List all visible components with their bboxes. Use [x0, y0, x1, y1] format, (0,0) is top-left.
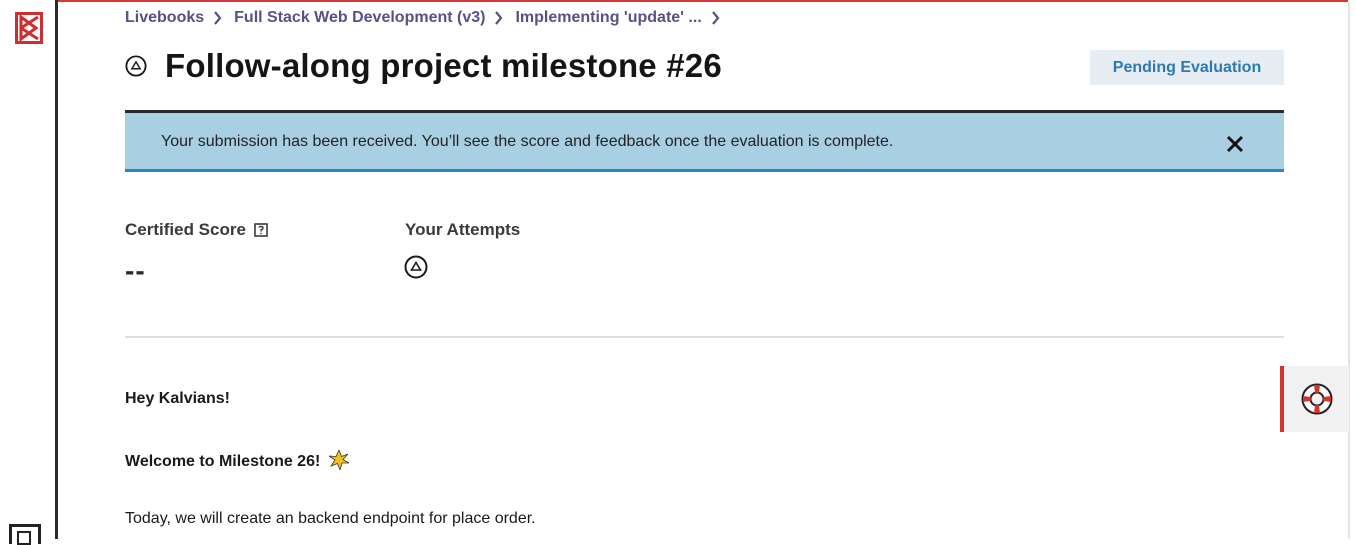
welcome-text: Welcome to Milestone 26! — [125, 453, 321, 470]
alert-message: Your submission has been received. You’l… — [161, 133, 894, 150]
top-accent-line — [58, 0, 1348, 2]
submission-alert: Your submission has been received. You’l… — [125, 110, 1284, 172]
chevron-right-icon — [711, 11, 720, 25]
scrollbar-track — [1348, 2, 1350, 539]
chevron-right-icon — [495, 11, 503, 25]
certified-score-value: -- — [125, 255, 146, 286]
logo-icon[interactable] — [15, 12, 43, 44]
sparkle-icon — [328, 450, 349, 470]
attempt-pending-icon[interactable] — [404, 255, 428, 279]
intro-text: Today, we will create an backend endpoin… — [125, 510, 536, 527]
breadcrumb-livebooks[interactable]: Livebooks — [125, 9, 204, 27]
close-icon[interactable] — [1225, 134, 1245, 154]
title-row: Follow-along project milestone #26 — [125, 47, 722, 85]
section-divider — [125, 336, 1284, 338]
breadcrumb-course[interactable]: Full Stack Web Development (v3) — [234, 9, 485, 27]
welcome-line: Welcome to Milestone 26! — [125, 450, 349, 471]
status-pending-icon — [125, 55, 147, 77]
help-button[interactable] — [1280, 366, 1349, 432]
breadcrumb: Livebooks Full Stack Web Development (v3… — [125, 9, 732, 27]
page-title: Follow-along project milestone #26 — [165, 47, 722, 84]
status-badge: Pending Evaluation — [1090, 50, 1284, 85]
lifebuoy-icon — [1301, 383, 1333, 415]
info-icon[interactable] — [254, 223, 268, 237]
greeting-text: Hey Kalvians! — [125, 390, 230, 407]
certified-score-label: Certified Score — [125, 220, 268, 240]
attempts-label: Your Attempts — [405, 220, 521, 239]
sidebar — [0, 0, 58, 545]
certified-score-label-text: Certified Score — [125, 220, 246, 239]
sidebar-bottom-icon[interactable] — [9, 524, 41, 545]
breadcrumb-topic[interactable]: Implementing 'update' ... — [515, 9, 701, 27]
chevron-right-icon — [214, 11, 222, 25]
